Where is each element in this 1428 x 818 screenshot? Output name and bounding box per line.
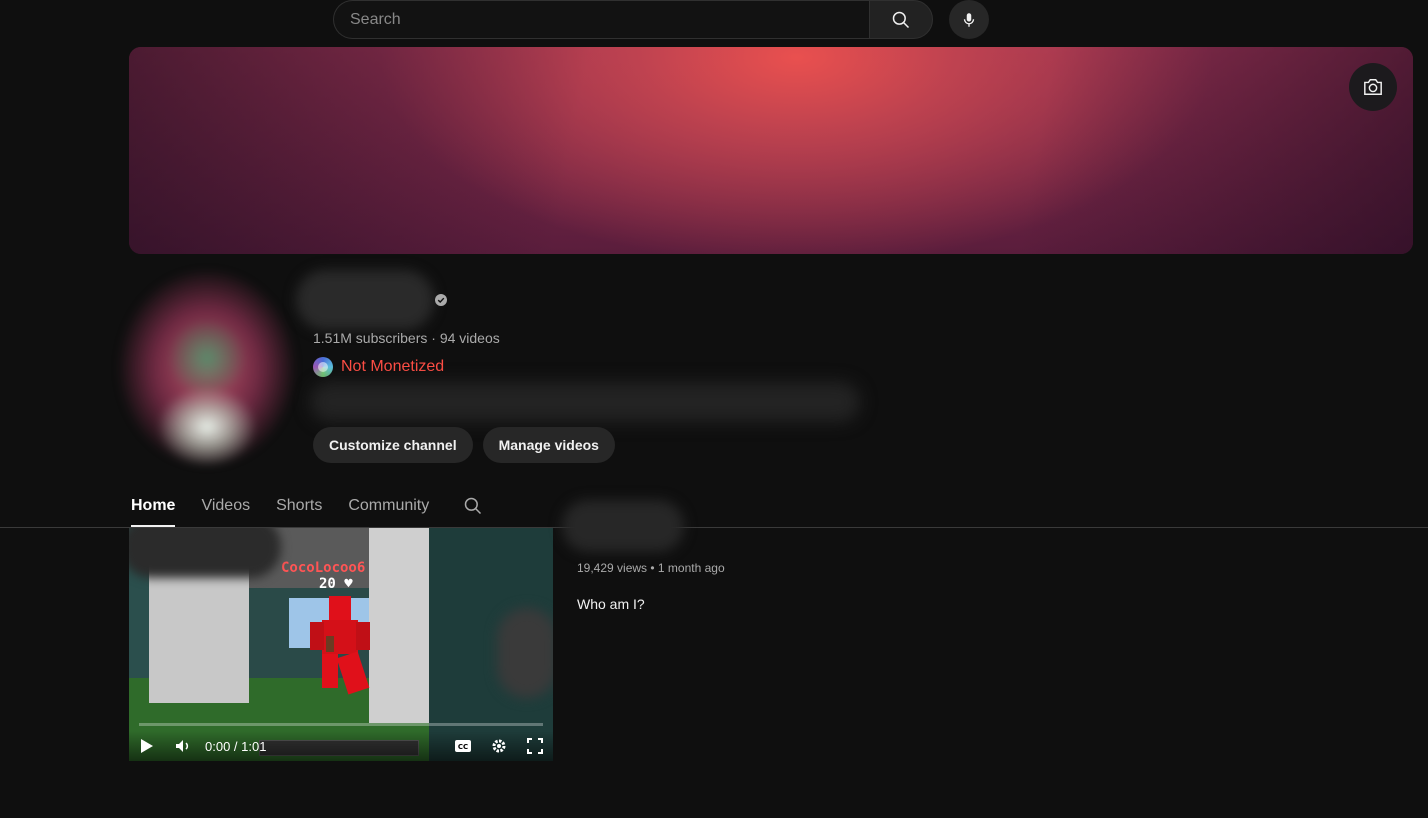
game-player-nametag: CocoLocoo6 (281, 560, 366, 576)
search-icon (465, 497, 482, 514)
player-time: 0:00 / 1:01 (205, 738, 267, 754)
fullscreen-button[interactable] (517, 731, 553, 761)
channel-search-button[interactable] (463, 484, 487, 527)
tab-videos[interactable]: Videos (201, 484, 250, 527)
search-bar (333, 0, 933, 39)
channel-stats: 1.51M subscribers · 94 videos (313, 330, 500, 346)
featured-video-player[interactable]: CocoLocoo6 20 ♥ 0:00 / 1:01 CC (129, 528, 553, 761)
mic-icon (963, 12, 975, 27)
game-player-health: 20 ♥ (319, 576, 353, 592)
monetization-row[interactable]: Not Monetized (313, 357, 444, 377)
channel-banner (129, 47, 1413, 254)
channel-tabs: Home Videos Shorts Community (131, 484, 487, 527)
channel-description-redacted (310, 382, 860, 422)
manage-videos-button[interactable]: Manage videos (482, 427, 615, 463)
volume-icon (176, 740, 189, 752)
svg-text:CC: CC (458, 743, 468, 751)
video-stats: 19,429 views • 1 month ago (577, 561, 725, 575)
monetization-icon (313, 357, 333, 377)
video-overlay-redacted (129, 528, 281, 578)
video-progress-bar[interactable] (139, 723, 543, 726)
video-description: Who am I? (577, 596, 645, 612)
cc-icon: CC (455, 740, 471, 752)
edit-banner-button[interactable] (1349, 63, 1397, 111)
search-icon (892, 11, 910, 28)
tab-shorts[interactable]: Shorts (276, 484, 322, 527)
verified-icon (435, 294, 447, 306)
video-title-redacted (562, 500, 684, 552)
settings-icon (492, 739, 506, 753)
tab-home[interactable]: Home (131, 484, 176, 527)
fullscreen-icon (527, 738, 543, 754)
settings-button[interactable] (481, 731, 517, 761)
camera-icon (1364, 79, 1382, 95)
play-icon (141, 739, 153, 753)
channel-avatar[interactable] (116, 270, 298, 466)
player-controls: 0:00 / 1:01 CC (129, 731, 553, 761)
captions-button[interactable]: CC (445, 731, 481, 761)
tab-community[interactable]: Community (348, 484, 429, 527)
monetization-status: Not Monetized (341, 358, 445, 375)
search-button[interactable] (869, 0, 933, 39)
channel-actions: Customize channel Manage videos (313, 427, 615, 463)
play-button[interactable] (129, 731, 165, 761)
voice-search-button[interactable] (949, 0, 989, 39)
channel-name-redacted (296, 270, 434, 330)
game-character (310, 596, 370, 695)
volume-button[interactable] (165, 731, 201, 761)
customize-channel-button[interactable]: Customize channel (313, 427, 473, 463)
search-input[interactable] (333, 0, 870, 39)
video-overlay-redacted-right (497, 608, 553, 698)
